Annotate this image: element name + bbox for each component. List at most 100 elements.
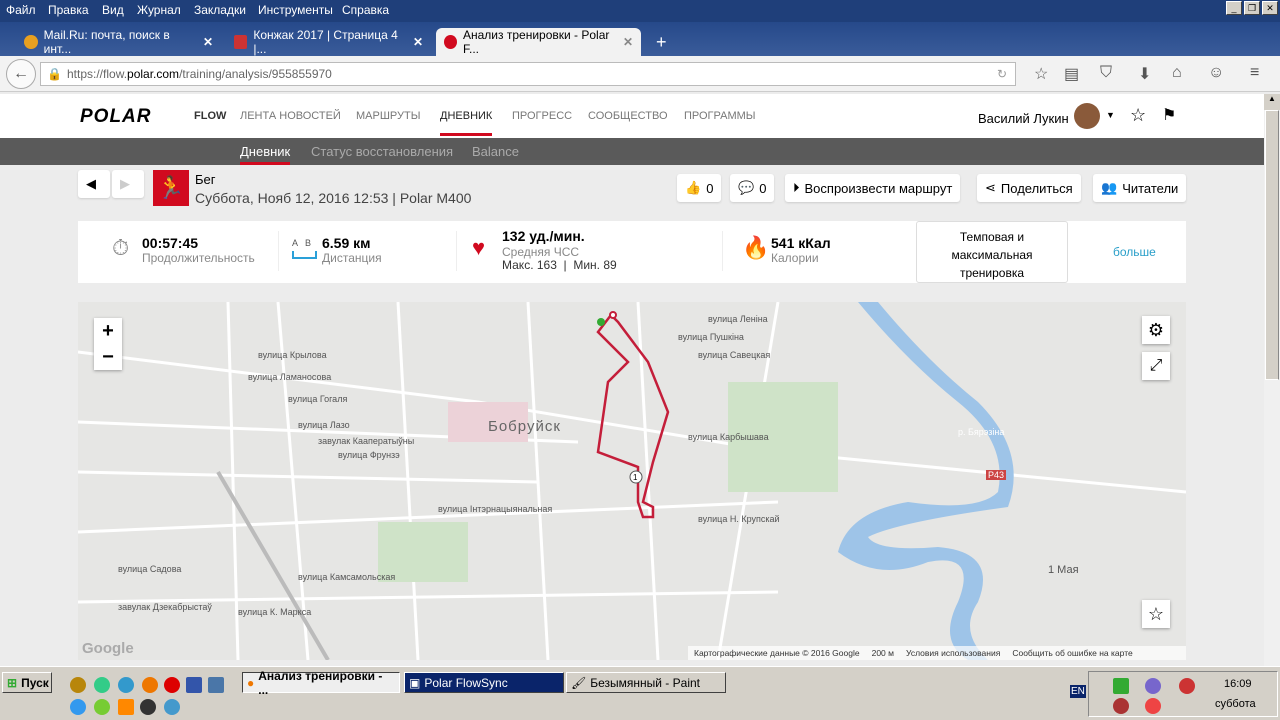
like-button[interactable]: 👍 0 [677,174,722,202]
comment-button[interactable]: 💬 0 [730,174,775,202]
polar-logo[interactable]: POLAR [80,106,152,128]
chrome-icon[interactable] [94,677,110,693]
route-map[interactable]: 1 Бобруйск вулица Гогаля вулица Крылова … [78,302,1186,660]
url-path: /training/analysis/955855970 [179,67,332,81]
back-button[interactable]: ← [6,59,36,89]
opera-icon[interactable] [164,677,180,693]
ie-icon[interactable] [70,699,86,715]
tab-mailru[interactable]: Mail.Ru: почта, поиск в инт... ✕ [16,28,221,56]
quicklaunch-icon[interactable] [70,677,86,693]
fullscreen-icon[interactable]: ⤢ [1142,352,1170,380]
sub-nav: Дневник Статус восстановления Balance [0,138,1264,165]
reading-list-icon[interactable]: ▤ [1064,64,1079,84]
tab-konzhak[interactable]: Конжак 2017 | Страница 4 |... ✕ [226,28,431,56]
menu-bookmarks[interactable]: Закладки [194,3,246,17]
terms-link[interactable]: Условия использования [906,648,1000,658]
save-icon[interactable] [186,677,202,693]
zoom-out-button[interactable]: − [94,344,122,370]
user-dropdown-icon[interactable]: ▼ [1106,110,1115,120]
quicklaunch-icon[interactable] [118,677,134,693]
nav-diary[interactable]: ДНЕВНИК [440,110,493,136]
nav-progress[interactable]: ПРОГРЕСС [512,110,572,122]
comment-icon: 💬 [738,180,755,195]
menu-help[interactable]: Справка [342,3,389,17]
subnav-recovery[interactable]: Статус восстановления [311,144,453,159]
share-label: Поделиться [1000,180,1073,196]
map-label: вулица Леніна [708,314,768,324]
map-settings-icon[interactable]: ⚙ [1142,316,1170,344]
tray-icon[interactable] [1179,678,1195,694]
training-benefit-button[interactable]: Темповая и максимальная тренировка [916,221,1068,283]
tray-icon[interactable] [1113,678,1129,694]
more-link[interactable]: больше [1113,245,1156,259]
close-tab-icon[interactable]: ✕ [413,35,423,49]
polar-header: POLAR FLOW ЛЕНТА НОВОСТЕЙ МАРШРУТЫ ДНЕВН… [0,94,1264,138]
tab-polar[interactable]: Анализ тренировки - Polar F... ✕ [436,28,641,56]
nav-programs[interactable]: ПРОГРАММЫ [684,110,756,122]
bookmark-star-icon[interactable]: ☆ [1034,64,1048,84]
prev-training-button[interactable]: ◀ [78,170,110,198]
ab-distance-icon: A B [292,238,312,248]
minimize-button[interactable]: _ [1226,1,1242,15]
nav-feed[interactable]: ЛЕНТА НОВОСТЕЙ [240,110,341,122]
subnav-diary[interactable]: Дневник [240,144,291,165]
new-tab-button[interactable]: + [648,28,675,56]
taskbar-paint[interactable]: 🖌 Безымянный - Paint [566,672,726,693]
odnoklassniki-icon[interactable] [118,699,134,715]
scrollbar-thumb[interactable] [1265,110,1279,380]
readers-button[interactable]: 👥 Читатели [1093,174,1187,202]
favorite-route-star-icon[interactable]: ☆ [1142,600,1170,628]
replay-route-button[interactable]: ⏵ Воспроизвести маршрут [785,174,961,202]
player-icon[interactable] [140,699,156,715]
google-logo: Google [82,640,134,657]
reload-icon[interactable]: ↻ [997,63,1007,85]
nav-community[interactable]: СООБЩЕСТВО [588,110,668,122]
hamburger-menu-icon[interactable]: ≡ [1250,64,1259,82]
next-training-button[interactable]: ▶ [112,170,144,198]
avatar[interactable] [1074,103,1100,129]
share-button[interactable]: ⋖ Поделиться [977,174,1081,202]
menu-file[interactable]: Файл [6,3,36,17]
taskbar-firefox[interactable]: ● Анализ тренировки - ... [242,669,400,697]
map-label: вулица Камсамольская [298,572,396,582]
pocket-icon[interactable]: ⛉ [1100,64,1112,82]
paint-icon: 🖌 [571,675,587,690]
menu-edit[interactable]: Правка [48,3,89,17]
tray-icon[interactable] [1113,698,1129,714]
nav-routes[interactable]: МАРШРУТЫ [356,110,420,122]
home-icon[interactable]: ⌂ [1172,64,1182,82]
close-tab-icon[interactable]: ✕ [203,35,213,49]
lap-marker: 1 [633,473,638,482]
user-name[interactable]: Василий Лукин [978,111,1069,126]
menu-tools[interactable]: Инструменты [258,3,333,17]
vk-icon[interactable] [208,677,224,693]
url-bar[interactable]: 🔒 https://flow.polar.com/training/analysi… [40,62,1016,86]
polar-page: POLAR FLOW ЛЕНТА НОВОСТЕЙ МАРШРУТЫ ДНЕВН… [0,94,1264,660]
start-button[interactable]: ⊞ Пуск [2,672,52,693]
vertical-scrollbar[interactable]: ▲ [1264,94,1280,666]
menu-view[interactable]: Вид [102,3,124,17]
chat-icon[interactable]: ☺ [1208,64,1224,82]
close-window-button[interactable]: ✕ [1262,1,1278,15]
firefox-icon[interactable] [142,677,158,693]
restore-button[interactable]: ❐ [1244,1,1260,15]
tray-icon[interactable] [1145,698,1161,714]
language-indicator[interactable]: EN [1070,685,1086,698]
tray-icon[interactable] [1145,678,1161,694]
quicklaunch-icon[interactable] [164,699,180,715]
subnav-balance[interactable]: Balance [472,144,519,159]
notifications-icon[interactable]: ⚑ [1162,105,1176,125]
menu-history[interactable]: Журнал [137,3,181,17]
flame-icon: 🔥 [742,235,770,260]
lock-icon: 🔒 [47,67,62,81]
zoom-in-button[interactable]: + [94,318,122,344]
training-summary: ⏱ 00:57:45 Продолжительность A B 6.59 км… [78,221,1186,283]
taskbar-flowsync[interactable]: ▣ Polar FlowSync [404,672,564,693]
nav-bar: ← 🔒 https://flow.polar.com/training/analy… [0,56,1280,92]
system-tray: 16:09 суббота [1088,671,1278,717]
report-error-link[interactable]: Сообщить об ошибке на карте [1012,648,1132,658]
favorites-star-icon[interactable]: ☆ [1130,105,1146,126]
quicklaunch-icon[interactable] [94,699,110,715]
download-icon[interactable]: ⬇ [1138,64,1151,84]
close-tab-icon[interactable]: ✕ [623,35,633,49]
